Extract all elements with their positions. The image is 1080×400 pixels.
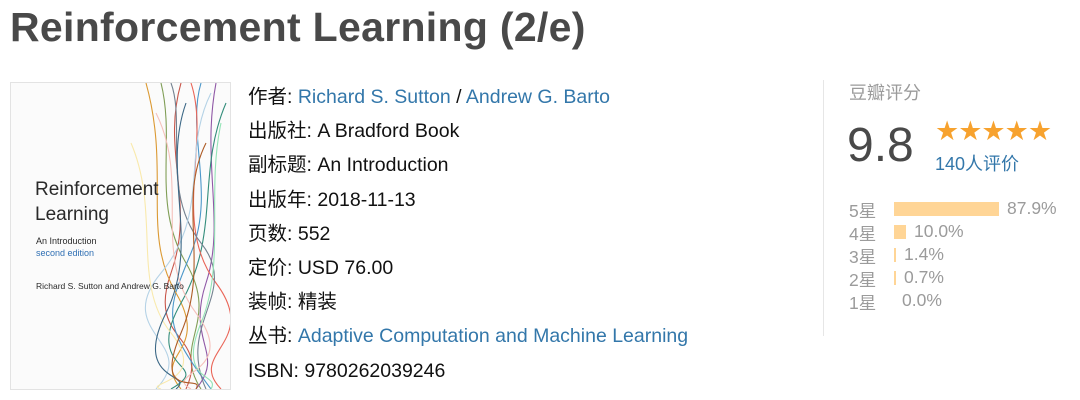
info-row-series: 丛书: Adaptive Computation and Machine Lea… [248,319,688,353]
info-row-price: 定价: USD 76.00 [248,251,688,285]
price-label: 定价: [248,256,293,279]
pubdate-label: 出版年: [248,188,312,211]
rating-row-label: 3星 [849,247,877,267]
cover-subtitle: An Introduction [36,236,97,246]
price-value: USD 76.00 [297,256,394,279]
publisher-value: A Bradford Book [317,120,460,143]
info-row-publisher: 出版社: A Bradford Book [248,114,688,148]
author-link-barto[interactable]: Andrew G. Barto [466,86,610,108]
rating-stars-icon: ★★★★★ [935,116,1052,146]
publisher-label: 出版社: [248,120,312,143]
rating-bar [894,271,896,285]
cover-title-line1: Reinforcement [35,179,159,200]
rating-votes-link[interactable]: 140人评价 [935,150,1019,176]
pages-value: 552 [297,222,331,245]
rating-row-label: 1星 [849,293,877,313]
binding-label: 装帧: [248,291,293,314]
book-cover-image[interactable]: Reinforcement Learning An Introduction s… [10,82,231,390]
info-row-pages: 页数: 552 [248,217,688,251]
rating-bar [894,225,906,239]
cover-title: Reinforcement Learning [35,177,159,227]
rating-row-label: 4星 [849,224,877,244]
series-link[interactable]: Adaptive Computation and Machine Learnin… [298,325,688,347]
rating-percent: 10.0% [914,221,964,241]
isbn-value: 9780262039246 [304,359,446,382]
info-row-subtitle: 副标题: An Introduction [248,148,688,182]
rating-row-label: 2星 [849,270,877,290]
rating-label: 豆瓣评分 [849,83,921,103]
pages-label: 页数: [248,222,293,245]
cover-title-line2: Learning [35,204,109,225]
rating-bar [894,248,896,262]
author-separator: / [450,86,466,108]
rating-percent: 1.4% [904,244,944,264]
info-row-isbn: ISBN: 9780262039246 [248,354,688,388]
rating-percent: 87.9% [1007,198,1057,218]
page-title: Reinforcement Learning (2/e) [10,4,586,50]
author-link-sutton[interactable]: Richard S. Sutton [298,86,451,108]
binding-value: 精装 [297,291,337,314]
rating-percent: 0.7% [904,267,944,287]
cover-authors: Richard S. Sutton and Andrew G. Barto [36,281,184,291]
book-info: 作者: Richard S. Sutton / Andrew G. Barto … [248,80,688,388]
info-row-binding: 装帧: 精装 [248,285,688,319]
rating-row-label: 5星 [849,201,877,221]
pubdate-value: 2018-11-13 [317,188,416,211]
section-divider [823,80,824,336]
isbn-label: ISBN: [248,359,299,382]
subtitle-label: 副标题: [248,154,312,177]
rating-bar [894,202,999,216]
rating-score: 9.8 [847,119,914,172]
subtitle-value: An Introduction [317,154,449,177]
cover-edition: second edition [36,248,95,258]
info-row-author: 作者: Richard S. Sutton / Andrew G. Barto [248,80,688,114]
series-label: 丛书: [248,325,293,348]
author-label: 作者: [248,86,293,108]
info-row-pubdate: 出版年: 2018-11-13 [248,183,688,217]
rating-percent: 0.0% [902,290,942,310]
